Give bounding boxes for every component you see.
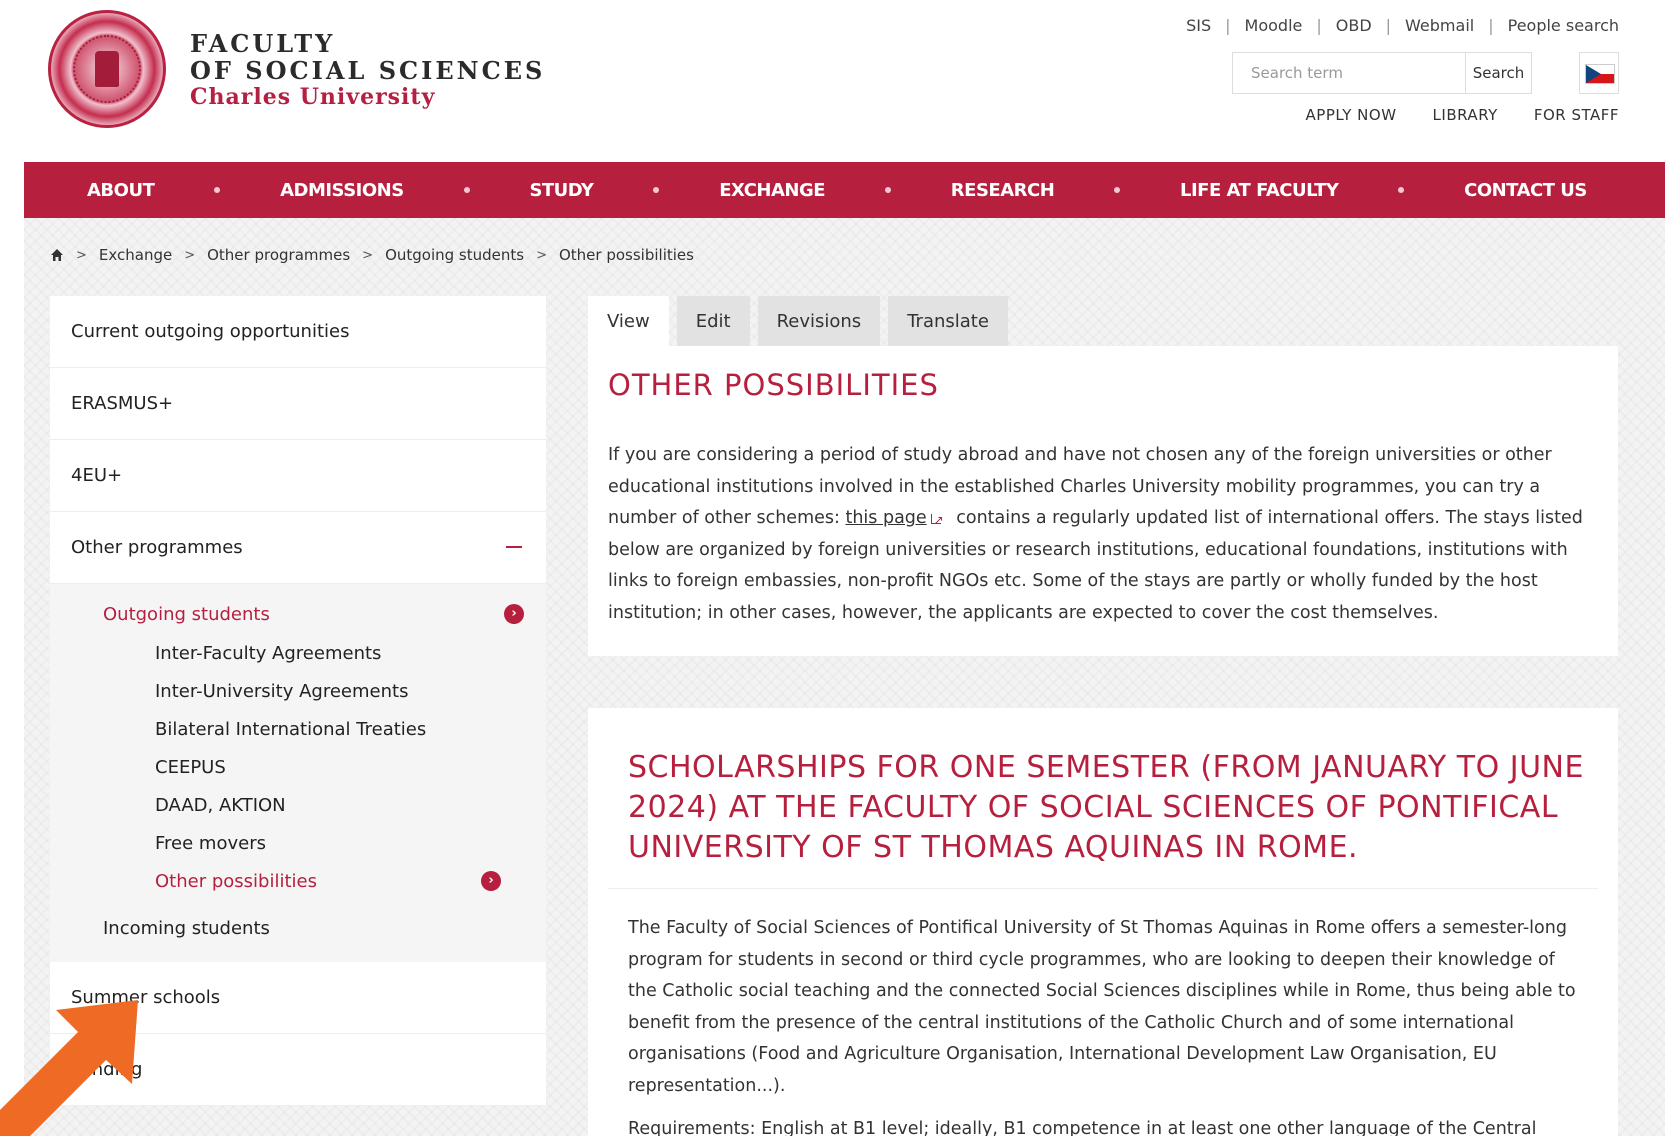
scholarship-card: SCHOLARSHIPS FOR ONE SEMESTER (FROM JANU… bbox=[588, 708, 1618, 1136]
scholarship-title: SCHOLARSHIPS FOR ONE SEMESTER (FROM JANU… bbox=[608, 748, 1598, 889]
sidebar-link-label: DAAD, AKTION bbox=[155, 794, 286, 816]
nav-research[interactable]: RESEARCH bbox=[951, 180, 1055, 201]
sidebar-link-daad-aktion[interactable]: DAAD, AKTION bbox=[50, 786, 546, 824]
breadcrumb-current-page: Other possibilities bbox=[558, 246, 694, 264]
logo-line-faculty: FACULTY bbox=[190, 29, 336, 58]
sidebar-item-erasmus[interactable]: ERASMUS+ bbox=[50, 368, 546, 440]
top-links: SIS | Moodle | OBD | Webmail | People se… bbox=[1186, 16, 1619, 35]
sidebar-link-ceepus[interactable]: CEEPUS bbox=[50, 748, 546, 786]
sidebar-link-bilateral-treaties[interactable]: Bilateral International Treaties bbox=[50, 710, 546, 748]
nav-exchange[interactable]: EXCHANGE bbox=[719, 180, 825, 201]
tab-bar: View Edit Revisions Translate bbox=[588, 296, 1016, 346]
search-box: Search bbox=[1232, 52, 1532, 94]
home-icon[interactable] bbox=[50, 248, 64, 262]
nav-separator-dot bbox=[884, 187, 891, 193]
breadcrumb: > Exchange > Other programmes > Outgoing… bbox=[50, 246, 694, 264]
breadcrumb-chevron-icon: > bbox=[536, 247, 547, 263]
nav-life-at-faculty[interactable]: LIFE AT FACULTY bbox=[1180, 180, 1339, 201]
sidebar-item-label: Other programmes bbox=[71, 537, 243, 558]
sidebar-item-other-programmes[interactable]: Other programmes bbox=[50, 512, 546, 584]
nav-separator-dot bbox=[1398, 187, 1405, 193]
scholarship-requirements: Requirements: English at B1 level; ideal… bbox=[628, 1119, 1537, 1136]
logo-text[interactable]: FACULTY OF SOCIAL SCIENCES Charles Unive… bbox=[190, 30, 545, 110]
sidebar-link-label: Inter-University Agreements bbox=[155, 680, 409, 702]
tab-revisions[interactable]: Revisions bbox=[757, 296, 881, 346]
page-title: OTHER POSSIBILITIES bbox=[608, 368, 939, 402]
separator: | bbox=[1316, 16, 1322, 35]
sidebar-subitem-label: Outgoing students bbox=[103, 603, 270, 625]
nav-separator-dot bbox=[463, 187, 470, 193]
breadcrumb-other-programmes[interactable]: Other programmes bbox=[207, 246, 350, 264]
collapse-minus-icon[interactable] bbox=[506, 546, 522, 548]
quicklink-library[interactable]: LIBRARY bbox=[1433, 106, 1498, 124]
sidebar-subitem-label: Incoming students bbox=[103, 917, 270, 939]
nav-separator-dot bbox=[1114, 187, 1121, 193]
university-seal-logo[interactable] bbox=[48, 10, 166, 128]
nav-about[interactable]: ABOUT bbox=[87, 180, 155, 201]
nav-study[interactable]: STUDY bbox=[529, 180, 594, 201]
logo-line-social-sciences: OF SOCIAL SCIENCES bbox=[190, 56, 546, 85]
nav-contact-us[interactable]: CONTACT US bbox=[1464, 180, 1587, 201]
czech-flag-icon[interactable] bbox=[1579, 52, 1619, 94]
main-content-card: OTHER POSSIBILITIES If you are consideri… bbox=[588, 346, 1618, 656]
chevron-right-circle-icon: › bbox=[504, 604, 524, 624]
sidebar-link-label: Bilateral International Treaties bbox=[155, 718, 427, 740]
main-navigation: ABOUT ADMISSIONS STUDY EXCHANGE RESEARCH… bbox=[24, 162, 1665, 218]
toplink-obd[interactable]: OBD bbox=[1336, 16, 1372, 35]
sidebar-link-inter-faculty[interactable]: Inter-Faculty Agreements bbox=[50, 634, 546, 672]
toplink-people-search[interactable]: People search bbox=[1508, 16, 1619, 35]
search-button[interactable]: Search bbox=[1465, 53, 1531, 93]
separator: | bbox=[1225, 16, 1231, 35]
sidebar-link-free-movers[interactable]: Free movers bbox=[50, 824, 546, 862]
tab-view[interactable]: View bbox=[588, 296, 669, 346]
sidebar-item-current-opportunities[interactable]: Current outgoing opportunities bbox=[50, 296, 546, 368]
sidebar-item-label: 4EU+ bbox=[71, 465, 123, 486]
breadcrumb-chevron-icon: > bbox=[184, 247, 196, 263]
chevron-right-circle-icon: › bbox=[481, 871, 501, 891]
sidebar-item-label: Current outgoing opportunities bbox=[71, 321, 350, 342]
quicklink-for-staff[interactable]: FOR STAFF bbox=[1534, 106, 1619, 124]
breadcrumb-chevron-icon: > bbox=[76, 247, 87, 263]
quick-links: APPLY NOW LIBRARY FOR STAFF bbox=[1270, 106, 1619, 124]
breadcrumb-exchange[interactable]: Exchange bbox=[99, 246, 172, 264]
toplink-sis[interactable]: SIS bbox=[1186, 16, 1211, 35]
site-header: FACULTY OF SOCIAL SCIENCES Charles Unive… bbox=[0, 0, 1671, 162]
nav-separator-dot bbox=[214, 187, 221, 193]
separator: | bbox=[1385, 16, 1392, 35]
breadcrumb-chevron-icon: > bbox=[362, 247, 374, 263]
sidebar-link-other-possibilities[interactable]: Other possibilities › bbox=[50, 862, 546, 900]
orange-arrow-icon bbox=[0, 1000, 138, 1136]
tab-edit[interactable]: Edit bbox=[676, 296, 750, 346]
sidebar-link-label: Other possibilities bbox=[155, 870, 317, 892]
tab-translate[interactable]: Translate bbox=[888, 296, 1008, 346]
toplink-webmail[interactable]: Webmail bbox=[1405, 16, 1474, 35]
sidebar-item-label: ERASMUS+ bbox=[71, 393, 174, 414]
sidebar-link-label: Inter-Faculty Agreements bbox=[155, 642, 382, 664]
sidebar-link-inter-university[interactable]: Inter-University Agreements bbox=[50, 672, 546, 710]
sidebar-submenu: Outgoing students › Inter-Faculty Agreem… bbox=[50, 584, 546, 962]
search-input[interactable] bbox=[1233, 53, 1465, 93]
sidebar-link-label: CEEPUS bbox=[155, 756, 226, 778]
separator: | bbox=[1488, 16, 1494, 35]
this-page-link[interactable]: this page bbox=[845, 508, 926, 528]
quicklink-apply-now[interactable]: APPLY NOW bbox=[1306, 106, 1397, 124]
sidebar-link-label: Free movers bbox=[155, 832, 266, 854]
nav-separator-dot bbox=[653, 187, 660, 193]
logo-line-university: Charles University bbox=[190, 84, 436, 110]
external-link-icon bbox=[930, 505, 945, 537]
intro-paragraph: If you are considering a period of study… bbox=[608, 440, 1598, 629]
nav-admissions[interactable]: ADMISSIONS bbox=[280, 180, 404, 201]
breadcrumb-outgoing-students[interactable]: Outgoing students bbox=[385, 246, 524, 264]
sidebar-subitem-incoming-students[interactable]: Incoming students bbox=[50, 900, 546, 956]
toplink-moodle[interactable]: Moodle bbox=[1245, 16, 1303, 35]
scholarship-description: The Faculty of Social Sciences of Pontif… bbox=[628, 918, 1576, 1096]
sidebar-subitem-outgoing-students[interactable]: Outgoing students › bbox=[50, 594, 546, 634]
sidebar-item-4eu[interactable]: 4EU+ bbox=[50, 440, 546, 512]
